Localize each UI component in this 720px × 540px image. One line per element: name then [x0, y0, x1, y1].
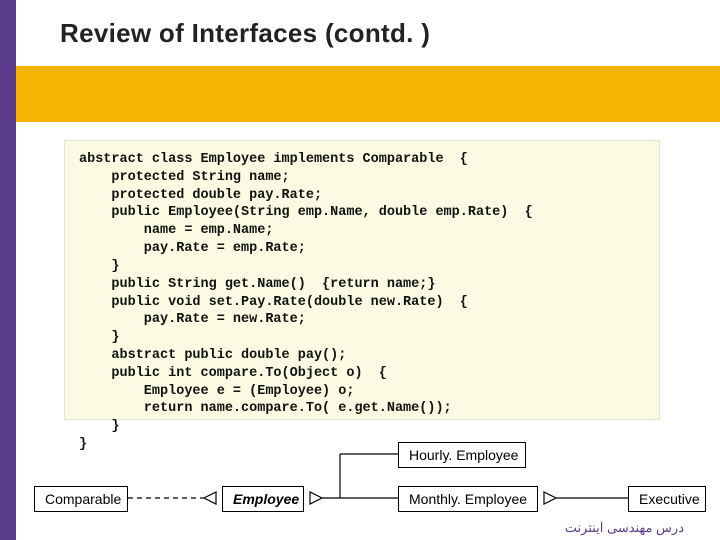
- uml-node-executive: Executive: [628, 486, 706, 512]
- slide: Review of Interfaces (contd. ) abstract …: [0, 0, 720, 540]
- uml-node-monthly: Monthly. Employee: [398, 486, 538, 512]
- footer-text: درس مهندسی اینترنت: [565, 520, 684, 536]
- title-container: Review of Interfaces (contd. ): [16, 0, 720, 66]
- uml-node-employee: Employee: [222, 486, 304, 512]
- uml-node-hourly: Hourly. Employee: [398, 442, 526, 468]
- header-band: Review of Interfaces (contd. ): [0, 0, 720, 122]
- code-block: abstract class Employee implements Compa…: [64, 140, 660, 420]
- accent-stripe-header: [0, 0, 16, 122]
- page-title: Review of Interfaces (contd. ): [16, 18, 430, 49]
- uml-node-comparable: Comparable: [34, 486, 128, 512]
